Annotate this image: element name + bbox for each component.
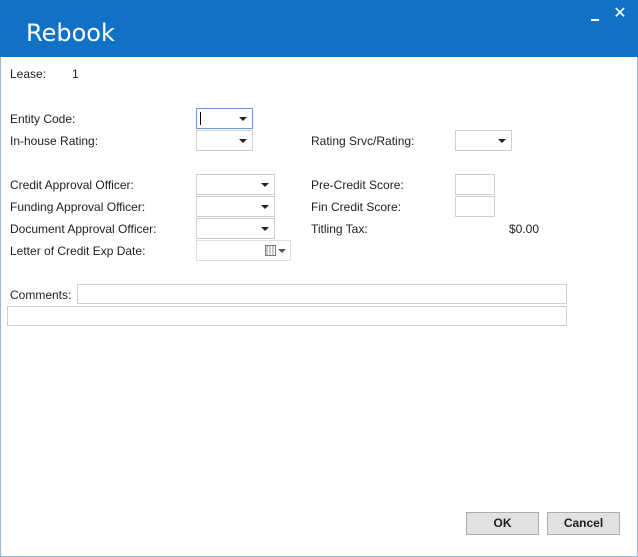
funding-approval-officer-dropdown[interactable] [196, 196, 275, 217]
document-approval-officer-label: Document Approval Officer: [10, 222, 157, 236]
fin-credit-score-label: Fin Credit Score: [311, 200, 402, 214]
rating-srvc-label: Rating Srvc/Rating: [311, 134, 415, 148]
title-bar: Rebook ✕ [0, 0, 638, 57]
fin-credit-score-input[interactable] [455, 196, 495, 217]
funding-approval-officer-label: Funding Approval Officer: [10, 200, 146, 214]
letter-of-credit-exp-date-picker[interactable] [196, 240, 291, 261]
chevron-down-icon[interactable] [239, 117, 247, 121]
credit-approval-officer-label: Credit Approval Officer: [10, 178, 134, 192]
document-approval-officer-dropdown[interactable] [196, 218, 275, 239]
chevron-down-icon[interactable] [278, 249, 286, 253]
rating-srvc-dropdown[interactable] [455, 130, 512, 151]
chevron-down-icon[interactable] [261, 227, 269, 231]
entity-code-label: Entity Code: [10, 112, 76, 126]
text-caret [200, 112, 201, 125]
chevron-down-icon[interactable] [261, 183, 269, 187]
titling-tax-label: Titling Tax: [311, 222, 368, 236]
close-icon[interactable]: ✕ [610, 4, 630, 24]
letter-of-credit-exp-date-label: Letter of Credit Exp Date: [10, 244, 146, 258]
chevron-down-icon[interactable] [498, 139, 506, 143]
credit-approval-officer-dropdown[interactable] [196, 174, 275, 195]
comments-label: Comments: [10, 288, 72, 302]
chevron-down-icon[interactable] [239, 139, 247, 143]
pre-credit-score-input[interactable] [455, 174, 495, 195]
lease-label: Lease: [10, 67, 47, 81]
entity-code-dropdown[interactable] [196, 108, 253, 129]
inhouse-rating-label: In-house Rating: [10, 134, 99, 148]
comments-input[interactable] [77, 284, 567, 304]
titling-tax-value: $0.00 [509, 222, 540, 236]
lease-value: 1 [72, 67, 79, 81]
comments-extra-input[interactable] [7, 306, 567, 326]
pre-credit-score-label: Pre-Credit Score: [311, 178, 404, 192]
window-title: Rebook [26, 19, 115, 47]
chevron-down-icon[interactable] [261, 205, 269, 209]
cancel-button[interactable]: Cancel [547, 512, 620, 535]
minimize-icon[interactable] [586, 6, 606, 26]
inhouse-rating-dropdown[interactable] [196, 130, 253, 151]
calendar-icon[interactable] [265, 245, 276, 256]
ok-button[interactable]: OK [466, 512, 539, 535]
